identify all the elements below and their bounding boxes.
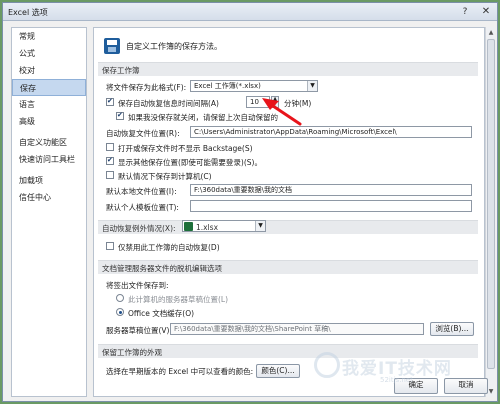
section-save-workbooks: 保存工作簿 [98, 62, 478, 76]
default-local-location-value: F:\360data\重要数据\我的文档 [194, 186, 293, 194]
save-to-computer-label: 默认情况下保存到计算机(C) [118, 172, 212, 181]
autorecover-location-label: 自动恢复文件位置(R): [106, 129, 180, 138]
watermark: 我爱IT技术网 52itjs.net [310, 348, 460, 398]
nav-item-trust-center[interactable]: 信任中心 [12, 189, 86, 206]
excel-options-dialog: Excel 选项 ? ✕ 常规 公式 校对 保存 语言 高级 自定义功能区 快速… [2, 2, 498, 402]
scroll-down-icon[interactable]: ▼ [487, 387, 495, 396]
save-icon [104, 38, 120, 54]
disable-autorecover-label: 仅禁用此工作簿的自动恢复(D) [118, 243, 220, 252]
help-button[interactable]: ? [459, 6, 471, 18]
nav-item-formulas[interactable]: 公式 [12, 45, 86, 62]
autorecover-label: 保存自动恢复信息时间间隔(A) [118, 99, 219, 108]
watermark-url: 52itjs.net [380, 376, 413, 384]
browse-button[interactable]: 浏览(B)... [430, 322, 474, 336]
chevron-down-icon: ▼ [307, 81, 317, 91]
save-options-panel: 自定义工作簿的保存方法。 保存工作簿 将文件保存为此格式(F): Excel 工… [93, 27, 485, 397]
section-title: 保存工作簿 [102, 66, 140, 75]
title-bar: Excel 选项 ? ✕ [3, 3, 497, 21]
watermark-logo-icon [314, 352, 340, 378]
keep-last-autosaved-label: 如果我没保存就关闭，请保留上次自动保留的 [128, 113, 278, 122]
nav-item-quick-access-toolbar[interactable]: 快速访问工具栏 [12, 151, 86, 168]
minutes-label: 分钟(M) [284, 99, 312, 108]
autorecover-workbook-dropdown[interactable]: 1.xlsx ▼ [182, 220, 266, 232]
autorecover-location-input[interactable]: C:\Users\Administrator\AppData\Roaming\M… [190, 126, 472, 138]
section-autorecover-exceptions: 自动恢复例外情况(X): 1.xlsx ▼ [98, 220, 478, 234]
default-local-location-label: 默认本地文件位置(I): [106, 187, 177, 196]
server-drafts-location-input[interactable]: F:\360data\重要数据\我的文档\SharePoint 草稿\ [170, 323, 424, 335]
default-local-location-input[interactable]: F:\360data\重要数据\我的文档 [190, 184, 472, 196]
chevron-down-icon: ▼ [255, 221, 265, 231]
nav-item-advanced[interactable]: 高级 [12, 113, 86, 130]
spinner-down-icon[interactable]: ▼ [272, 102, 278, 107]
server-drafts-radio[interactable] [116, 294, 124, 302]
server-drafts-location-value: F:\360data\重要数据\我的文档\SharePoint 草稿\ [174, 325, 331, 333]
server-drafts-location-label: 服务器草稿位置(V): [106, 326, 173, 335]
section-title: 保留工作簿的外观 [102, 348, 162, 357]
autorecover-minutes-input[interactable]: 10 [246, 96, 270, 108]
save-format-value: Excel 工作簿(*.xlsx) [194, 82, 261, 90]
nav-item-general[interactable]: 常规 [12, 28, 86, 45]
office-cache-label: Office 文档缓存(O) [128, 309, 195, 318]
scrollbar-thumb[interactable] [487, 39, 495, 369]
colors-prompt: 选择在早期版本的 Excel 中可以查看的颜色: [106, 367, 254, 376]
nav-item-save[interactable]: 保存 [12, 79, 86, 96]
save-to-computer-checkbox[interactable] [106, 171, 114, 179]
minutes-spinner[interactable]: ▲ ▼ [271, 96, 279, 108]
close-button[interactable]: ✕ [479, 6, 493, 18]
options-scrollbar[interactable]: ▲ ▼ [485, 27, 495, 397]
nav-item-customize-ribbon[interactable]: 自定义功能区 [12, 134, 86, 151]
autorecover-checkbox[interactable] [106, 97, 114, 106]
show-additional-places-checkbox[interactable] [106, 156, 114, 165]
save-format-dropdown[interactable]: Excel 工作簿(*.xlsx) ▼ [190, 80, 318, 92]
backstage-checkbox[interactable] [106, 143, 114, 151]
panel-header-text: 自定义工作簿的保存方法。 [126, 42, 222, 51]
default-template-location-label: 默认个人模板位置(T): [106, 203, 179, 212]
server-drafts-label: 此计算机的服务器草稿位置(L) [128, 295, 229, 304]
nav-item-language[interactable]: 语言 [12, 96, 86, 113]
autorecover-workbook-value: 1.xlsx [196, 223, 219, 232]
show-additional-places-label: 显示其他保存位置(即使可能需要登录)(S)。 [118, 158, 262, 167]
keep-last-autosaved-checkbox[interactable] [116, 111, 124, 120]
autorecover-exceptions-label: 自动恢复例外情况(X): [102, 224, 176, 233]
window-title: Excel 选项 [8, 8, 48, 17]
autorecover-minutes-value: 10 [250, 98, 259, 106]
nav-item-proofing[interactable]: 校对 [12, 62, 86, 79]
excel-icon [184, 222, 193, 231]
options-nav: 常规 公式 校对 保存 语言 高级 自定义功能区 快速访问工具栏 加载项 信任中… [11, 27, 87, 397]
section-offline-editing: 文档管理服务器文件的脱机编辑选项 [98, 260, 478, 274]
office-cache-radio[interactable] [116, 308, 124, 316]
save-format-label: 将文件保存为此格式(F): [106, 83, 187, 92]
autorecover-location-value: C:\Users\Administrator\AppData\Roaming\M… [194, 128, 397, 136]
colors-button[interactable]: 颜色(C)... [256, 364, 300, 378]
nav-item-addins[interactable]: 加载项 [12, 172, 86, 189]
save-checked-out-label: 将签出文件保存到: [106, 281, 169, 290]
backstage-label: 打开或保存文件时不显示 Backstage(S) [118, 144, 253, 153]
scroll-up-icon[interactable]: ▲ [487, 28, 495, 37]
default-template-location-input[interactable] [190, 200, 472, 212]
section-title: 文档管理服务器文件的脱机编辑选项 [102, 264, 222, 273]
disable-autorecover-checkbox[interactable] [106, 242, 114, 250]
